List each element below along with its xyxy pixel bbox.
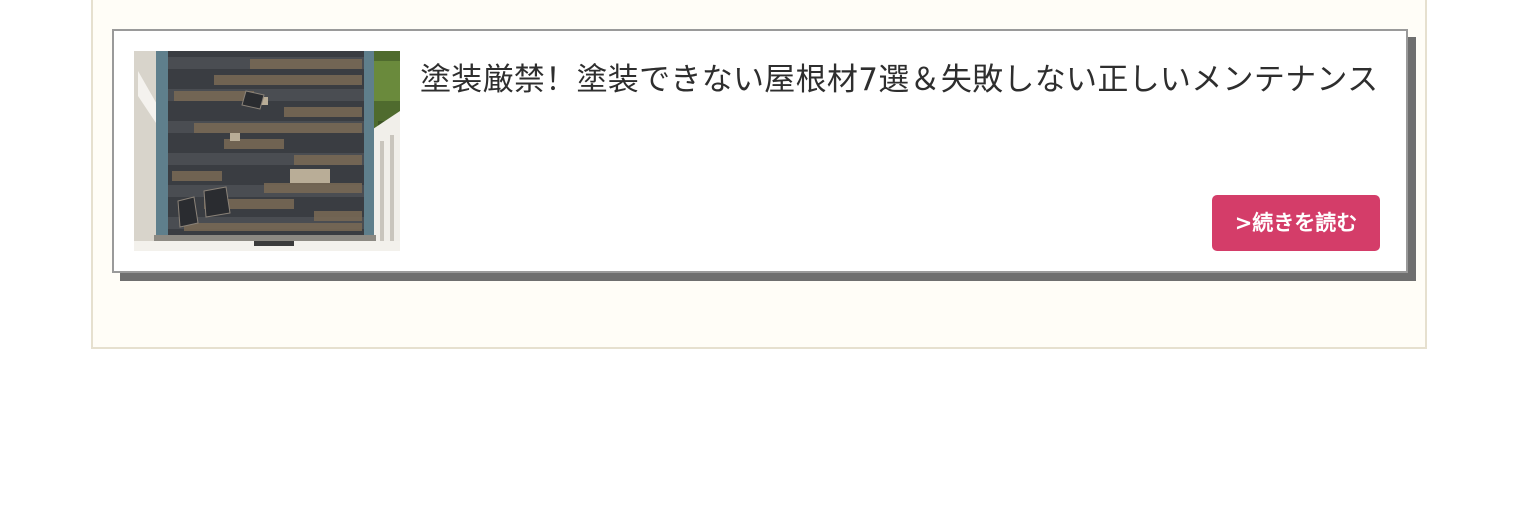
read-more-button[interactable]: >続きを読む — [1212, 195, 1380, 251]
damaged-roof-photo-icon — [134, 51, 400, 251]
article-thumbnail[interactable] — [134, 51, 400, 251]
article-title[interactable]: 塗装厳禁！塗装できない屋根材7選＆失敗しない正しいメンテナンス — [420, 57, 1380, 104]
article-card[interactable]: 塗装厳禁！塗装できない屋根材7選＆失敗しない正しいメンテナンス >続きを読む — [112, 29, 1408, 273]
